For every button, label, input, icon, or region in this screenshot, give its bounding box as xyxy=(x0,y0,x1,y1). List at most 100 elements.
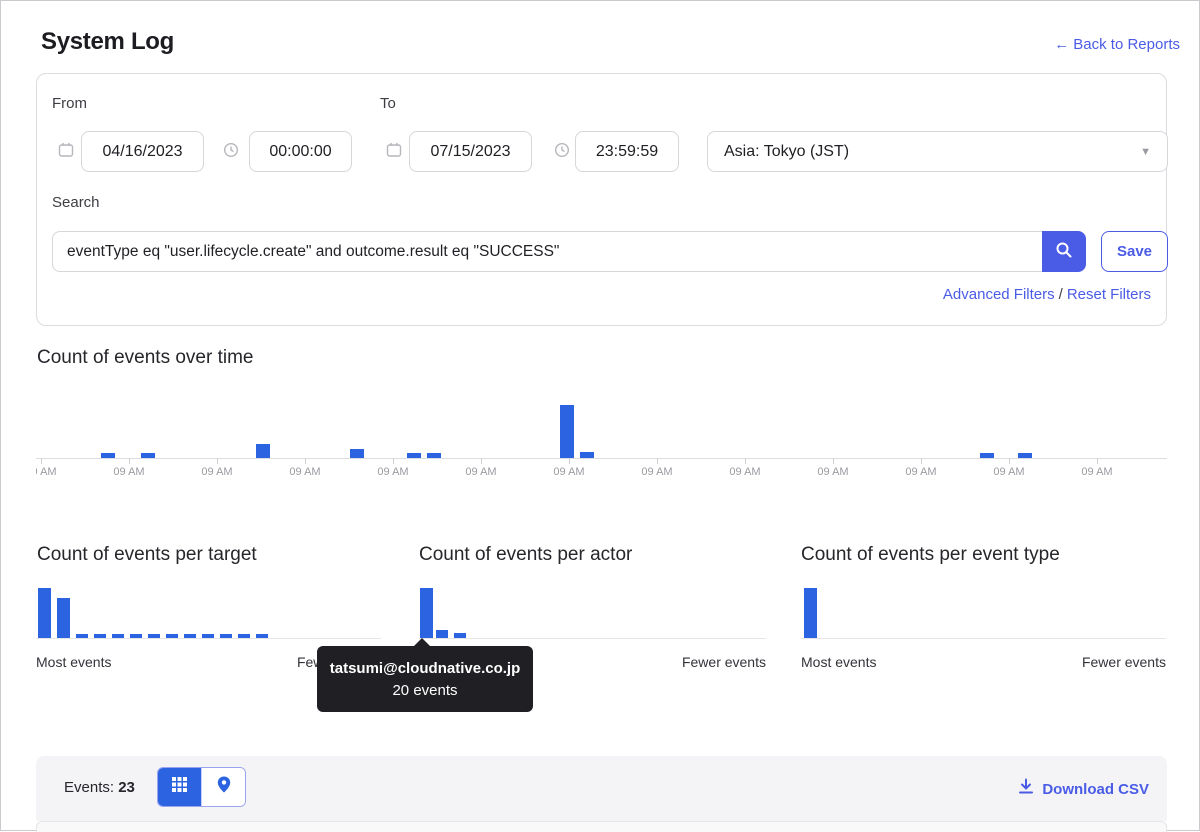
chart-bar[interactable] xyxy=(141,453,155,458)
system-log-page: { "page": { "title": "System Log", "back… xyxy=(0,0,1200,831)
axis-tick-label: 09 AM xyxy=(289,466,320,478)
axis-tick xyxy=(833,458,834,464)
axis-tick xyxy=(1097,458,1098,464)
chart-bar[interactable] xyxy=(454,633,466,638)
search-icon xyxy=(1055,241,1073,262)
chart-bar[interactable] xyxy=(220,634,232,638)
filter-links-separator: / xyxy=(1059,286,1063,303)
axis-tick xyxy=(921,458,922,464)
advanced-filters-link[interactable]: Advanced Filters xyxy=(943,286,1055,303)
axis-tick-label: 09 AM xyxy=(377,466,408,478)
chart-bar[interactable] xyxy=(112,634,124,638)
filter-links: Advanced Filters/Reset Filters xyxy=(943,286,1151,303)
chart-bar[interactable] xyxy=(238,634,250,638)
axis-tick xyxy=(569,458,570,464)
events-over-time-chart: 09 AM 09 AM 09 AM 09 AM 09 AM 09 AM 09 AM 09 AM… xyxy=(36,386,1167,481)
chart-bar[interactable] xyxy=(407,453,421,458)
event-type-chart-axis-labels: Most events Fewer events xyxy=(801,654,1166,670)
chart-bar[interactable] xyxy=(560,405,574,458)
to-time-input[interactable] xyxy=(575,131,679,172)
chart-bar[interactable] xyxy=(256,444,270,458)
axis-tick xyxy=(305,458,306,464)
chart-tooltip: tatsumi@cloudnative.co.jp 20 events xyxy=(317,646,533,712)
to-label: To xyxy=(380,95,396,112)
axis-tick-label: 09 AM xyxy=(905,466,936,478)
chart-bar[interactable] xyxy=(76,634,88,638)
events-per-target-heading: Count of events per target xyxy=(37,544,257,566)
timezone-select[interactable]: Asia: Tokyo (JST) ▼ xyxy=(707,131,1168,172)
most-events-label: Most events xyxy=(36,654,111,670)
axis-tick-label: 09 AM xyxy=(201,466,232,478)
axis-tick-label: 09 AM xyxy=(641,466,672,478)
tooltip-event-count: 20 events xyxy=(392,682,457,699)
chart-bar[interactable] xyxy=(130,634,142,638)
axis-tick xyxy=(393,458,394,464)
chart-bar[interactable] xyxy=(804,588,817,638)
axis-tick-label: 09 AM xyxy=(993,466,1024,478)
axis-tick-label: 09 AM xyxy=(553,466,584,478)
chart-bar[interactable] xyxy=(57,598,70,638)
download-csv-label: Download CSV xyxy=(1042,781,1149,798)
tooltip-actor-email: tatsumi@cloudnative.co.jp xyxy=(330,660,521,677)
calendar-icon xyxy=(58,142,74,158)
chart-bar[interactable] xyxy=(350,449,364,458)
chart-bar[interactable] xyxy=(38,588,51,638)
page-title: System Log xyxy=(41,28,174,56)
chart-bar[interactable] xyxy=(580,452,594,458)
chart-bar[interactable] xyxy=(148,634,160,638)
chart-bar[interactable] xyxy=(980,453,994,458)
axis-tick-label: 09 AM xyxy=(113,466,144,478)
axis-tick xyxy=(481,458,482,464)
left-arrow-icon: ← xyxy=(1054,36,1069,53)
chart-bar[interactable] xyxy=(427,453,441,458)
clock-icon xyxy=(554,142,570,158)
events-per-event-type-chart xyxy=(801,578,1166,639)
events-toolbar: Events: 23 Download CSV xyxy=(36,756,1167,821)
chart-bar[interactable] xyxy=(184,634,196,638)
search-input[interactable] xyxy=(52,231,1042,272)
chart-bar[interactable] xyxy=(94,634,106,638)
fewer-events-label: Fewer events xyxy=(1082,654,1166,670)
from-time-input[interactable] xyxy=(249,131,352,172)
axis-tick-label: 09 AM xyxy=(1081,466,1112,478)
back-to-reports-link[interactable]: ←Back to Reports xyxy=(1054,36,1180,53)
events-per-actor-chart xyxy=(419,578,766,639)
table-view-button[interactable] xyxy=(158,768,201,806)
chart-bar[interactable] xyxy=(166,634,178,638)
from-label: From xyxy=(52,95,87,112)
search-label: Search xyxy=(52,194,100,211)
events-count: Events: 23 xyxy=(64,779,135,796)
chart-bar[interactable] xyxy=(1018,453,1032,458)
to-date-input[interactable] xyxy=(409,131,532,172)
grid-icon xyxy=(172,777,187,797)
timezone-value: Asia: Tokyo (JST) xyxy=(724,143,849,161)
download-csv-button[interactable]: Download CSV xyxy=(1018,778,1149,800)
x-axis-line xyxy=(36,458,1167,459)
events-per-target-chart xyxy=(36,578,381,639)
map-view-button[interactable] xyxy=(201,768,245,806)
chart-bar[interactable] xyxy=(202,634,214,638)
fewer-events-label: Fewer events xyxy=(682,654,766,670)
reset-filters-link[interactable]: Reset Filters xyxy=(1067,286,1151,303)
back-to-reports-label: Back to Reports xyxy=(1073,36,1180,53)
from-date-input[interactable] xyxy=(81,131,204,172)
events-over-time-heading: Count of events over time xyxy=(37,347,254,369)
events-table-stub xyxy=(36,821,1167,832)
events-per-actor-heading: Count of events per actor xyxy=(419,544,632,566)
view-toggle xyxy=(157,767,246,807)
axis-tick xyxy=(41,458,42,464)
search-button[interactable] xyxy=(1042,231,1086,272)
save-button[interactable]: Save xyxy=(1101,231,1168,272)
chart-bar[interactable] xyxy=(101,453,115,458)
most-events-label: Most events xyxy=(801,654,876,670)
axis-tick xyxy=(1009,458,1010,464)
calendar-icon xyxy=(386,142,402,158)
download-icon xyxy=(1018,778,1034,800)
axis-tick xyxy=(129,458,130,464)
chart-bar[interactable] xyxy=(420,588,433,638)
clock-icon xyxy=(223,142,239,158)
location-pin-icon xyxy=(217,776,231,798)
axis-tick xyxy=(745,458,746,464)
chart-bar[interactable] xyxy=(256,634,268,638)
chart-bar[interactable] xyxy=(436,630,448,638)
